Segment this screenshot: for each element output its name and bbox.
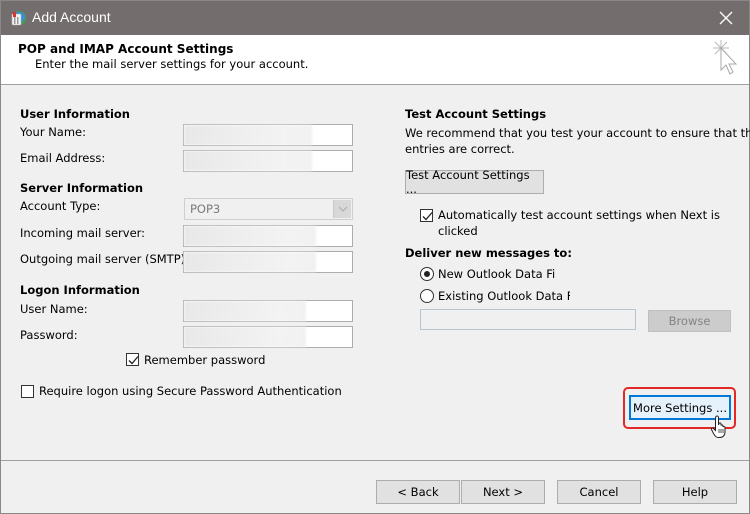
chevron-down-icon[interactable] bbox=[333, 200, 351, 218]
email-address-label: Email Address: bbox=[20, 151, 106, 165]
back-button[interactable]: < Back bbox=[376, 480, 460, 504]
redacted-value bbox=[184, 301, 306, 321]
redacted-value bbox=[184, 125, 312, 145]
incoming-mail-server-label: Incoming mail server: bbox=[20, 226, 146, 240]
secure-password-auth-checkbox[interactable] bbox=[21, 385, 34, 398]
hand-cursor-icon bbox=[710, 415, 730, 442]
your-name-label: Your Name: bbox=[20, 125, 87, 139]
user-information-heading: User Information bbox=[20, 107, 130, 121]
settings-panel: User Information Your Name: Email Addres… bbox=[1, 86, 750, 461]
add-account-dialog: Add Account POP and IMAP Account Setting… bbox=[0, 0, 750, 514]
wizard-header: POP and IMAP Account Settings Enter the … bbox=[1, 35, 749, 85]
secure-password-auth-label[interactable]: Require logon using Secure Password Auth… bbox=[39, 384, 342, 398]
window-title: Add Account bbox=[32, 9, 111, 25]
auto-test-label-line2[interactable]: clicked bbox=[438, 224, 478, 238]
deliver-messages-heading: Deliver new messages to: bbox=[405, 246, 572, 260]
auto-test-checkbox[interactable] bbox=[420, 209, 433, 222]
page-title: POP and IMAP Account Settings bbox=[18, 42, 234, 56]
remember-password-label[interactable]: Remember password bbox=[144, 353, 265, 367]
redacted-value bbox=[184, 151, 312, 171]
new-data-file-label[interactable]: New Outlook Data File bbox=[438, 267, 556, 281]
radio-selected-dot bbox=[424, 271, 430, 277]
user-name-label: User Name: bbox=[20, 302, 88, 316]
existing-data-file-path-input[interactable] bbox=[420, 309, 636, 330]
remember-password-checkbox[interactable] bbox=[126, 353, 139, 366]
test-account-settings-heading: Test Account Settings bbox=[405, 107, 547, 121]
existing-data-file-radio[interactable] bbox=[420, 289, 434, 303]
account-type-select[interactable]: POP3 bbox=[184, 198, 353, 220]
your-name-input[interactable] bbox=[183, 124, 353, 146]
email-address-input[interactable] bbox=[183, 150, 353, 172]
redacted-value bbox=[184, 327, 306, 347]
new-data-file-radio[interactable] bbox=[420, 267, 434, 281]
outlook-account-icon bbox=[9, 9, 27, 27]
redacted-value bbox=[184, 226, 316, 246]
incoming-mail-server-input[interactable] bbox=[183, 225, 353, 247]
password-label: Password: bbox=[20, 328, 78, 342]
existing-data-file-label[interactable]: Existing Outlook Data File bbox=[438, 289, 570, 303]
test-account-settings-button[interactable]: Test Account Settings ... bbox=[405, 168, 544, 196]
cancel-button[interactable]: Cancel bbox=[557, 480, 641, 504]
test-description-line2: entries are correct. bbox=[405, 142, 515, 156]
browse-button[interactable]: Browse bbox=[648, 310, 731, 332]
checkmark-icon bbox=[422, 212, 433, 221]
close-icon[interactable] bbox=[703, 1, 749, 35]
checkmark-icon bbox=[128, 356, 139, 365]
test-description-line1: We recommend that you test your account … bbox=[405, 126, 750, 140]
auto-test-label-line1[interactable]: Automatically test account settings when… bbox=[438, 208, 720, 222]
redacted-value bbox=[184, 252, 316, 272]
user-name-input[interactable] bbox=[183, 300, 353, 322]
title-bar[interactable]: Add Account bbox=[1, 1, 749, 35]
server-information-heading: Server Information bbox=[20, 181, 144, 195]
outgoing-mail-server-label: Outgoing mail server (SMTP): bbox=[20, 252, 190, 266]
page-subtitle: Enter the mail server settings for your … bbox=[35, 57, 309, 71]
outgoing-mail-server-input[interactable] bbox=[183, 251, 353, 273]
password-input[interactable] bbox=[183, 326, 353, 348]
account-type-label: Account Type: bbox=[20, 199, 101, 213]
next-button[interactable]: Next > bbox=[461, 480, 545, 504]
account-type-value: POP3 bbox=[190, 202, 221, 216]
wizard-cursor-sparkle-icon bbox=[711, 38, 743, 80]
logon-information-heading: Logon Information bbox=[20, 283, 140, 297]
help-button[interactable]: Help bbox=[653, 480, 737, 504]
